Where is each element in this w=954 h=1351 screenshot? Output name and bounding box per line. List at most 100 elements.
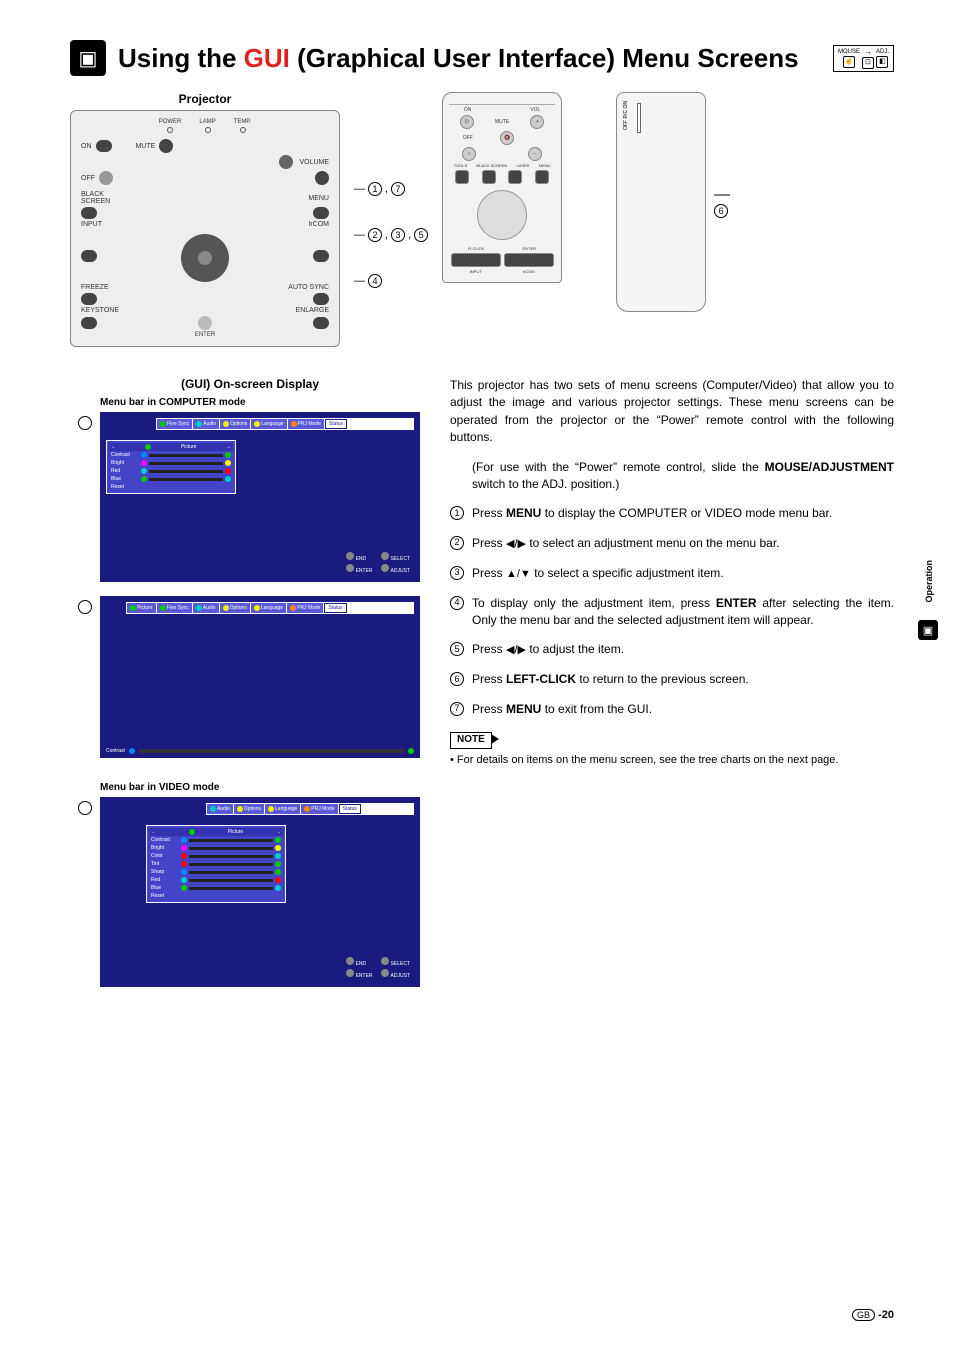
lbl-freeze: FREEZE xyxy=(81,284,109,291)
title-gui: GUI xyxy=(244,43,290,73)
lbl-blackscreen: BLACK SCREEN xyxy=(81,191,111,205)
step-7: 7Press MENU to exit from the GUI. xyxy=(450,701,894,718)
rbtn-mute[interactable]: 🔇 xyxy=(500,131,514,145)
lbl-keystone: KEYSTONE xyxy=(81,307,119,314)
note-arrow-icon xyxy=(491,734,499,744)
osd-screen-video: 1 Audio Options Language PRJ Mode Status… xyxy=(100,797,420,987)
step-2: 2Press ◀/▶ to select an adjustment menu … xyxy=(450,535,894,553)
btn-mute[interactable] xyxy=(159,139,173,153)
btn-on[interactable] xyxy=(96,140,112,152)
ind-temp: TEMP. xyxy=(234,119,252,125)
side-tab-operation: Operation xyxy=(924,560,934,603)
rc-switch[interactable] xyxy=(637,103,641,133)
r-lbl-mute: MUTE xyxy=(495,119,509,125)
note-text: For details on items on the menu screen,… xyxy=(457,754,839,766)
btn-autosync[interactable] xyxy=(313,293,329,305)
callout-7: 7 xyxy=(391,182,405,196)
r-lbl-rclick: R-CLICK xyxy=(468,246,484,251)
rbtn-laser[interactable] xyxy=(508,170,522,184)
callout-3: 3 xyxy=(391,228,405,242)
osd-title: (GUI) On-screen Display xyxy=(70,377,430,391)
btn-ircom[interactable] xyxy=(313,250,329,262)
footer-gb: GB xyxy=(852,1309,875,1321)
btn-keystone[interactable] xyxy=(81,317,97,329)
rbtn-dpad[interactable] xyxy=(477,190,527,240)
osd1-num: 1 xyxy=(78,416,92,430)
page-title-row: ▣ Using the GUI (Graphical User Interfac… xyxy=(70,40,894,76)
step-1: 1Press MENU to display the COMPUTER or V… xyxy=(450,505,894,522)
osdv-menubar: Audio Options Language PRJ Mode Status xyxy=(206,803,414,815)
osd-screen-4: 4 Picture Fine Sync Audio Options Langua… xyxy=(100,596,420,746)
lbl-enter: ENTER xyxy=(81,332,329,338)
osd1-picture-panel: ←Picture→ Contrast Bright Red Blue Reset xyxy=(106,440,236,494)
rbtn-input[interactable] xyxy=(451,253,501,267)
body-column: This projector has two sets of menu scre… xyxy=(450,377,894,987)
r-lbl-menu: MENU xyxy=(539,163,551,168)
btn-menu[interactable] xyxy=(313,207,329,219)
r-lbl-input: INPUT xyxy=(470,269,482,274)
osdv-picture-panel: ←Picture→ Contrast Bright Color Tint Sha… xyxy=(146,825,286,903)
lbl-volume: VOLUME xyxy=(299,159,329,166)
osd-screen-1: 1 Fine Sync Audio Options Language PRJ M… xyxy=(100,412,420,582)
rbtn-bs[interactable] xyxy=(482,170,496,184)
btn-enter[interactable] xyxy=(198,316,212,330)
ind-lamp: LAMP xyxy=(199,119,215,125)
badge-adj: ADJ. xyxy=(876,49,889,55)
lbl-autosync: AUTO SYNC xyxy=(288,284,329,291)
lbl-mute: MUTE xyxy=(136,143,156,150)
step-4: 4To display only the adjustment item, pr… xyxy=(450,595,894,630)
title-prefix: Using the xyxy=(118,43,244,73)
lbl-on: ON xyxy=(81,143,92,150)
rbtn-ircom[interactable] xyxy=(504,253,554,267)
rbtn-off[interactable]: ○ xyxy=(462,147,476,161)
page-title: Using the GUI (Graphical User Interface)… xyxy=(118,43,799,74)
badge-mouse: MOUSE xyxy=(838,49,860,55)
top-figures: Projector POWER LAMP TEMP. ON MUTE VOLUM… xyxy=(70,92,894,347)
lbl-enlarge: ENLARGE xyxy=(296,307,329,314)
side-callout: — 6 xyxy=(710,92,730,312)
dpad[interactable] xyxy=(181,234,229,282)
rbtn-menu[interactable] xyxy=(535,170,549,184)
note-block: NOTE • For details on items on the menu … xyxy=(450,730,894,768)
osd-sub-video: Menu bar in VIDEO mode xyxy=(100,782,430,793)
btn-blackscreen[interactable] xyxy=(81,207,97,219)
rbtn-on[interactable]: ⏻ xyxy=(460,115,474,129)
projector-callouts: — 1, 7 — 2, 3, 5 — 4 xyxy=(354,92,428,288)
osd4-contrast-strip: Contrast xyxy=(100,744,420,758)
btn-freeze[interactable] xyxy=(81,293,97,305)
rbtn-tools[interactable] xyxy=(455,170,469,184)
btn-input[interactable] xyxy=(81,250,97,262)
osd-sub-computer: Menu bar in COMPUTER mode xyxy=(100,397,430,408)
osdv-num: 1 xyxy=(78,801,92,815)
osd4-num: 4 xyxy=(78,600,92,614)
projector-panel: POWER LAMP TEMP. ON MUTE VOLUME OFF BLAC… xyxy=(70,110,340,347)
btn-vol-up[interactable] xyxy=(279,155,293,169)
btn-vol-down[interactable] xyxy=(315,171,329,185)
projector-label: Projector xyxy=(70,92,340,106)
rbtn-voldn[interactable]: − xyxy=(528,147,542,161)
r-lbl-on: ON xyxy=(464,107,472,113)
sub-intro: (For use with the “Power” remote control… xyxy=(450,459,894,494)
osd4-menubar: Picture Fine Sync Audio Options Language… xyxy=(126,602,414,614)
osd1-hints: END SELECT ENTER ADJUST xyxy=(346,552,410,574)
title-suffix: (Graphical User Interface) Menu Screens xyxy=(290,43,799,73)
power-remote-figure: ONVOL ⏻MUTE+ OFF🔇 ○− TOOLSBLACK SCREENLA… xyxy=(442,92,562,283)
r-lbl-ircom: IrCOM xyxy=(523,269,535,274)
steps-list: 1Press MENU to display the COMPUTER or V… xyxy=(450,505,894,718)
btn-enlarge[interactable] xyxy=(313,317,329,329)
note-label: NOTE xyxy=(450,732,492,749)
r-lbl-laser: LASER xyxy=(516,163,529,168)
r-lbl-tools: TOOLS xyxy=(454,163,468,168)
ind-power: POWER xyxy=(159,119,182,125)
osd-column: (GUI) On-screen Display Menu bar in COMP… xyxy=(70,377,430,987)
footer-page: -20 xyxy=(878,1309,894,1321)
section-icon: ▣ xyxy=(70,40,106,76)
rbtn-volup[interactable]: + xyxy=(530,115,544,129)
side-remote-figure: OFF R/C ON xyxy=(616,92,706,312)
callout-6: 6 xyxy=(714,204,728,218)
projector-figure: Projector POWER LAMP TEMP. ON MUTE VOLUM… xyxy=(70,92,340,347)
r-lbl-off: OFF xyxy=(463,135,473,141)
btn-off[interactable] xyxy=(99,171,113,185)
step-3: 3Press ▲/▼ to select a specific adjustme… xyxy=(450,565,894,583)
r-lbl-bs: BLACK SCREEN xyxy=(476,163,507,168)
